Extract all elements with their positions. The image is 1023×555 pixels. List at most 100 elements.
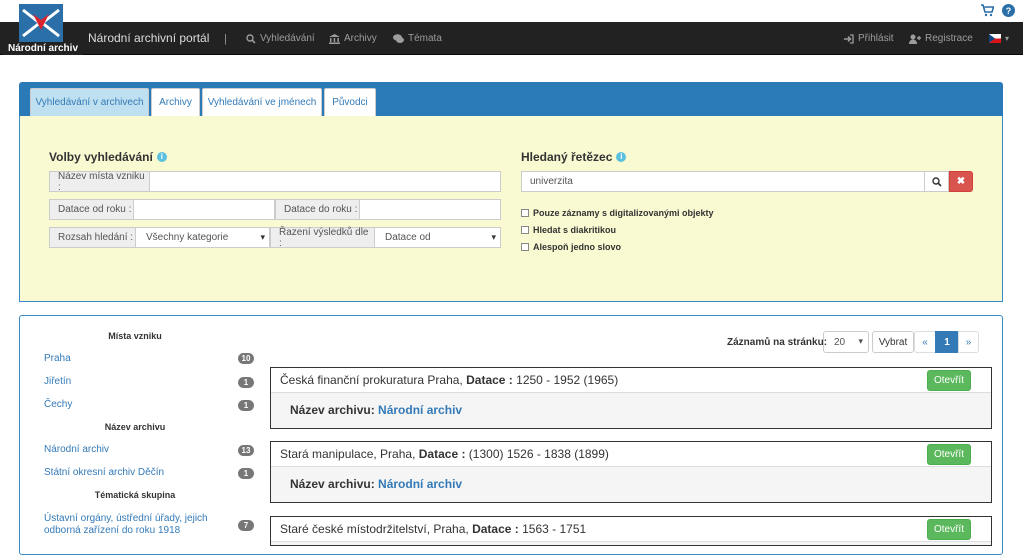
nav-topics-label: Témata	[408, 33, 442, 44]
date-from-label: Datace od roku :	[49, 199, 134, 220]
top-tools: ?	[981, 4, 1015, 17]
query-input[interactable]: univerzita	[521, 171, 925, 192]
facet-item[interactable]: Praha	[44, 353, 71, 365]
info-icon[interactable]: i	[616, 152, 627, 162]
count-badge: 1	[238, 400, 254, 411]
facet-heading-places: Místa vzniku	[108, 331, 162, 341]
query-title-text: Hledaný řetězec	[521, 150, 613, 164]
select-button[interactable]: Vybrat	[872, 331, 914, 353]
language-dropdown[interactable]: ▾	[989, 22, 1009, 55]
facet-item[interactable]: Ústavní orgány, ústřední úřady, jejich o…	[44, 513, 214, 537]
result-title-text: Stará manipulace, Praha,	[280, 447, 416, 461]
result-title-text: Česká finanční prokuratura Praha,	[280, 373, 463, 387]
checkbox-any-word[interactable]: Alespoň jedno slovo	[521, 242, 621, 252]
facet-item[interactable]: Státní okresní archiv Děčín	[44, 467, 164, 479]
clear-button[interactable]: ✖	[949, 171, 973, 192]
checkbox-any-word-label: Alespoň jedno slovo	[533, 242, 622, 252]
logo-emblem-icon	[19, 4, 63, 42]
result-date-value: (1300) 1526 - 1838 (1899)	[468, 447, 609, 461]
open-button[interactable]: Otevřít	[927, 370, 971, 391]
result-archive-link[interactable]: Národní archiv	[378, 403, 462, 417]
close-icon: ✖	[956, 176, 966, 187]
open-button[interactable]: Otevřít	[927, 444, 971, 465]
result-archive: Název archivu: Národní archiv	[290, 477, 462, 491]
sort-select[interactable]: Datace od	[374, 227, 501, 248]
tab-search-archives[interactable]: Vyhledávání v archivech	[30, 88, 149, 116]
count-badge: 13	[238, 445, 254, 456]
result-title: Stará manipulace, Praha, Datace : (1300)…	[280, 447, 609, 461]
date-from-input[interactable]	[133, 199, 275, 220]
result-date-label: Datace :	[472, 522, 519, 536]
nav-topics[interactable]: Témata	[393, 22, 442, 55]
facet-item[interactable]: Čechy	[44, 399, 72, 411]
user-plus-icon	[909, 34, 921, 44]
tab-archives[interactable]: Archivy	[151, 88, 200, 116]
pagination-next[interactable]: »	[958, 331, 979, 353]
result-card: Česká finanční prokuratura Praha, Datace…	[270, 367, 992, 429]
nav-register[interactable]: Registrace	[909, 22, 973, 55]
checkbox-box[interactable]	[521, 243, 529, 251]
result-archive: Název archivu: Národní archiv	[290, 403, 462, 417]
count-badge: 7	[238, 520, 254, 531]
per-page-label: Záznamů na stránku:	[727, 337, 828, 348]
search-button[interactable]	[924, 171, 949, 192]
scope-label: Rozsah hledání :	[49, 227, 136, 248]
checkbox-diacritics-label: Hledat s diakritikou	[533, 225, 617, 235]
result-date-label: Datace :	[466, 373, 513, 387]
per-page-select[interactable]: 20	[823, 331, 869, 353]
query-title: Hledaný řetězec i	[521, 150, 627, 164]
date-to-label: Datace do roku :	[275, 199, 360, 220]
nav-login[interactable]: Přihlásit	[844, 22, 894, 55]
help-icon[interactable]: ?	[1002, 4, 1015, 17]
result-card: Stará manipulace, Praha, Datace : (1300)…	[270, 441, 992, 503]
place-input[interactable]	[149, 171, 501, 192]
tab-originators[interactable]: Původci	[324, 88, 376, 116]
checkbox-box[interactable]	[521, 209, 529, 217]
checkbox-box[interactable]	[521, 226, 529, 234]
search-icon	[246, 33, 256, 44]
nav-archives-label: Archivy	[344, 33, 377, 44]
search-icon	[931, 176, 942, 187]
result-archive-label: Název archivu:	[290, 403, 375, 417]
nav-search-label: Vyhledávání	[260, 33, 315, 44]
info-icon[interactable]: i	[156, 152, 167, 162]
scope-select[interactable]: Všechny kategorie	[135, 227, 270, 248]
nav-archives[interactable]: Archivy	[329, 22, 377, 55]
search-options-title: Volby vyhledávání i	[49, 150, 167, 164]
facet-item[interactable]: Národní archiv	[44, 444, 109, 456]
date-to-input[interactable]	[359, 199, 501, 220]
brand-title[interactable]: Národní archivní portál	[88, 31, 209, 45]
result-date-label: Datace :	[418, 447, 466, 461]
sign-in-icon	[844, 33, 854, 44]
comments-icon	[393, 33, 404, 43]
count-badge: 1	[238, 377, 254, 388]
count-badge: 1	[238, 468, 254, 479]
checkbox-digitized-label: Pouze záznamy s digitalizovanými objekty	[533, 208, 714, 218]
result-archive-link[interactable]: Národní archiv	[378, 477, 462, 491]
logo-text: Národní archiv	[3, 42, 83, 55]
pagination-prev[interactable]: «	[914, 331, 936, 353]
cart-icon[interactable]	[981, 4, 995, 17]
result-title-text: Staré české místodržitelství, Praha,	[280, 522, 469, 536]
count-badge: 10	[238, 353, 254, 364]
caret-down-icon: ▾	[1005, 34, 1010, 43]
facet-item[interactable]: Jiřetín	[44, 376, 71, 388]
logo[interactable]: Národní archiv	[3, 4, 83, 55]
nav-search[interactable]: Vyhledávání	[246, 22, 315, 55]
facet-heading-archive: Název archivu	[104, 422, 166, 432]
result-title: Staré české místodržitelství, Praha, Dat…	[280, 522, 586, 536]
checkbox-digitized[interactable]: Pouze záznamy s digitalizovanými objekty	[521, 208, 714, 218]
pagination-current[interactable]: 1	[935, 331, 959, 353]
search-options-title-text: Volby vyhledávání	[49, 150, 153, 164]
svg-text:?: ?	[1006, 6, 1012, 16]
nav-login-label: Přihlásit	[858, 33, 894, 44]
checkbox-diacritics[interactable]: Hledat s diakritikou	[521, 225, 616, 235]
result-date-value: 1563 - 1751	[522, 522, 587, 536]
sort-label: Řazení výsledků dle :	[270, 227, 375, 249]
top-strip	[0, 0, 1023, 22]
open-button[interactable]: Otevřít	[927, 519, 971, 540]
nav-register-label: Registrace	[925, 33, 973, 44]
bank-icon	[329, 33, 340, 44]
result-card: Staré české místodržitelství, Praha, Dat…	[270, 516, 992, 546]
tab-search-names[interactable]: Vyhledávání ve jménech	[202, 88, 322, 116]
